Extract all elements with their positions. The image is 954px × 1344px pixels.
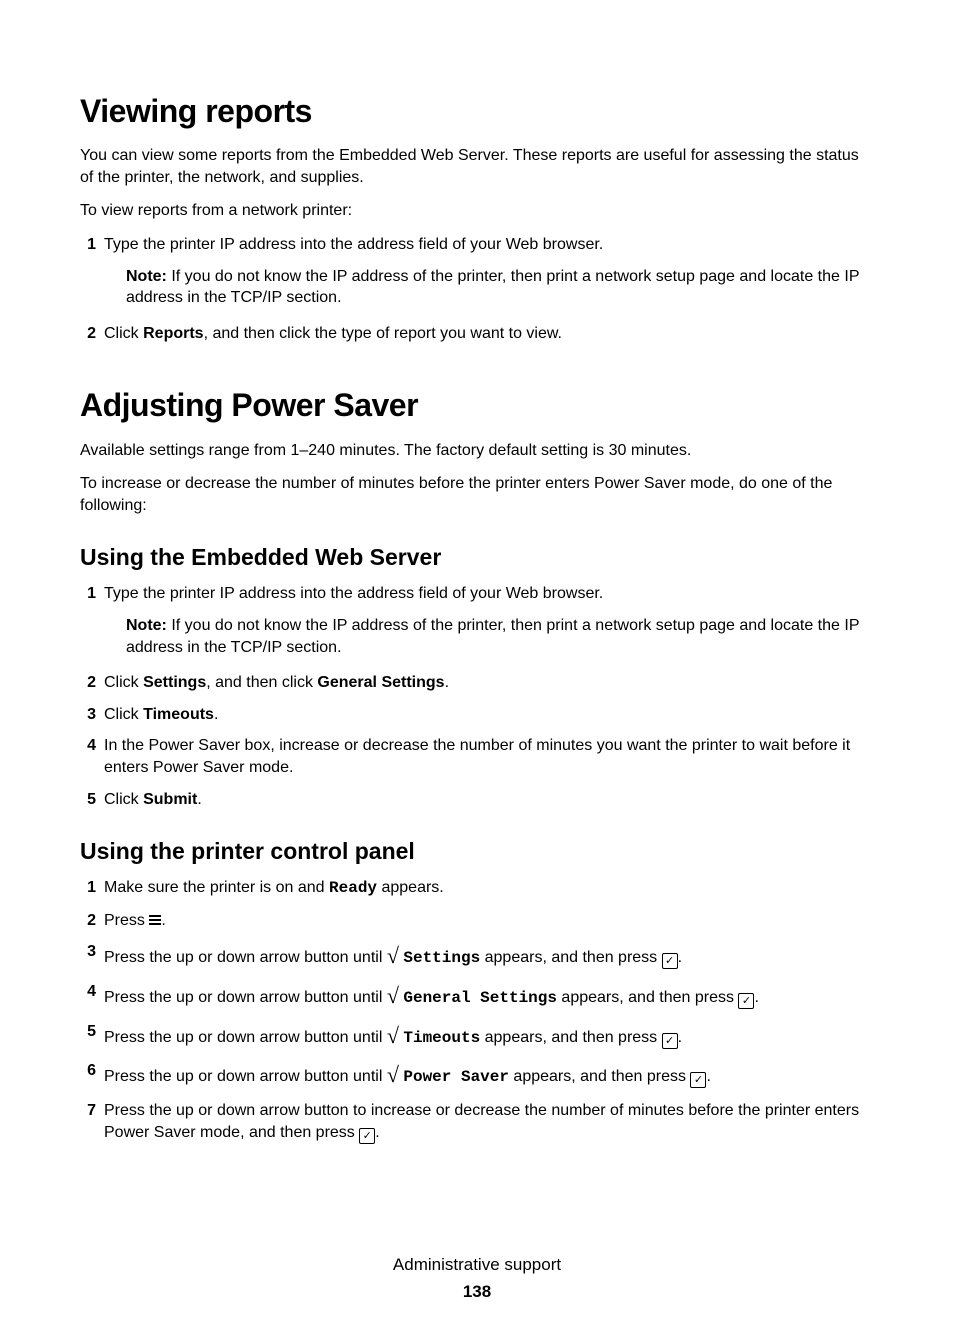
display-text: Timeouts <box>403 1029 480 1047</box>
step-text: . <box>445 674 449 691</box>
step-text: Make sure the printer is on and <box>104 879 329 896</box>
list-item: 6 Press the up or down arrow button unti… <box>80 1060 874 1090</box>
step-text: . <box>375 1124 379 1141</box>
step-text: Press the up or down arrow button to inc… <box>104 1102 859 1141</box>
check-button-icon: ✓ <box>662 953 678 969</box>
step-text: . <box>678 949 682 966</box>
note-text: If you do not know the IP address of the… <box>126 268 859 307</box>
heading-viewing-reports: Viewing reports <box>80 90 874 133</box>
step-text: Click <box>104 325 143 342</box>
step-text: . <box>706 1068 710 1085</box>
step-text: . <box>678 1029 682 1046</box>
step-number: 2 <box>80 323 104 345</box>
list-item: 1 Type the printer IP address into the a… <box>80 234 874 313</box>
step-number: 2 <box>80 910 104 932</box>
intro-text: You can view some reports from the Embed… <box>80 145 874 188</box>
sqrt-icon: √ <box>387 943 399 968</box>
step-text: , and then click the type of report you … <box>204 325 562 342</box>
step-number: 1 <box>80 234 104 256</box>
step-text: appears, and then press <box>480 1029 661 1046</box>
lead-text: To view reports from a network printer: <box>80 200 874 222</box>
step-text: Press the up or down arrow button until <box>104 1068 387 1085</box>
body-text: To increase or decrease the number of mi… <box>80 473 874 516</box>
steps-viewing-reports: 1 Type the printer IP address into the a… <box>80 234 874 344</box>
display-text: Ready <box>329 879 377 897</box>
step-text: Click <box>104 674 143 691</box>
step-number: 4 <box>80 981 104 1003</box>
step-number: 2 <box>80 672 104 694</box>
step-text: . <box>754 989 758 1006</box>
step-text: appears. <box>377 879 444 896</box>
list-item: 2 Click Settings, and then click General… <box>80 672 874 694</box>
page-number: 138 <box>80 1281 874 1304</box>
list-item: 4 Press the up or down arrow button unti… <box>80 981 874 1011</box>
step-number: 5 <box>80 1021 104 1043</box>
step-text: Click <box>104 791 143 808</box>
list-item: 2 Click Reports, and then click the type… <box>80 323 874 345</box>
list-item: 1 Make sure the printer is on and Ready … <box>80 877 874 900</box>
step-text: Type the printer IP address into the add… <box>104 585 603 602</box>
list-item: 3 Click Timeouts. <box>80 704 874 726</box>
display-text: General Settings <box>403 989 557 1007</box>
subheading-control-panel: Using the printer control panel <box>80 836 874 867</box>
step-number: 6 <box>80 1060 104 1082</box>
list-item: 5 Press the up or down arrow button unti… <box>80 1021 874 1051</box>
bold-term: Submit <box>143 791 197 808</box>
step-number: 3 <box>80 941 104 963</box>
steps-control-panel: 1 Make sure the printer is on and Ready … <box>80 877 874 1144</box>
list-item: 2 Press . <box>80 910 874 932</box>
sqrt-icon: √ <box>387 983 399 1008</box>
step-text: appears, and then press <box>557 989 738 1006</box>
bold-term: Timeouts <box>143 706 214 723</box>
step-text: Click <box>104 706 143 723</box>
list-item: 1 Type the printer IP address into the a… <box>80 583 874 662</box>
step-text: . <box>161 912 165 929</box>
step-number: 4 <box>80 735 104 757</box>
note-label: Note: <box>126 268 167 285</box>
bold-term: Reports <box>143 325 203 342</box>
list-item: 3 Press the up or down arrow button unti… <box>80 941 874 971</box>
steps-ews: 1 Type the printer IP address into the a… <box>80 583 874 810</box>
step-text: Press the up or down arrow button until <box>104 989 387 1006</box>
step-text: . <box>197 791 201 808</box>
note-label: Note: <box>126 617 167 634</box>
display-text: Power Saver <box>403 1068 509 1086</box>
sqrt-icon: √ <box>387 1062 399 1087</box>
step-text: Type the printer IP address into the add… <box>104 236 603 253</box>
note-text: If you do not know the IP address of the… <box>126 617 859 656</box>
step-text: Press <box>104 912 149 929</box>
check-button-icon: ✓ <box>662 1033 678 1049</box>
check-button-icon: ✓ <box>359 1128 375 1144</box>
step-number: 7 <box>80 1100 104 1122</box>
list-item: 5 Click Submit. <box>80 789 874 811</box>
bold-term: Settings <box>143 674 206 691</box>
list-item: 4 In the Power Saver box, increase or de… <box>80 735 874 778</box>
page-footer: Administrative support 138 <box>80 1254 874 1304</box>
footer-title: Administrative support <box>80 1254 874 1277</box>
step-text: . <box>214 706 218 723</box>
step-number: 5 <box>80 789 104 811</box>
sqrt-icon: √ <box>387 1023 399 1048</box>
step-number: 1 <box>80 877 104 899</box>
bold-term: General Settings <box>317 674 444 691</box>
heading-adjusting-power-saver: Adjusting Power Saver <box>80 384 874 427</box>
note-block: Note: If you do not know the IP address … <box>104 615 874 658</box>
step-number: 3 <box>80 704 104 726</box>
check-button-icon: ✓ <box>690 1072 706 1088</box>
body-text: Available settings range from 1–240 minu… <box>80 440 874 462</box>
step-text: Press the up or down arrow button until <box>104 1029 387 1046</box>
subheading-embedded-web-server: Using the Embedded Web Server <box>80 542 874 573</box>
list-item: 7 Press the up or down arrow button to i… <box>80 1100 874 1144</box>
step-text: , and then click <box>206 674 317 691</box>
check-button-icon: ✓ <box>738 993 754 1009</box>
step-text: appears, and then press <box>509 1068 690 1085</box>
menu-icon <box>149 915 161 925</box>
step-text: appears, and then press <box>480 949 661 966</box>
step-text: In the Power Saver box, increase or decr… <box>104 737 850 776</box>
step-text: Press the up or down arrow button until <box>104 949 387 966</box>
step-number: 1 <box>80 583 104 605</box>
note-block: Note: If you do not know the IP address … <box>104 266 874 309</box>
display-text: Settings <box>403 949 480 967</box>
